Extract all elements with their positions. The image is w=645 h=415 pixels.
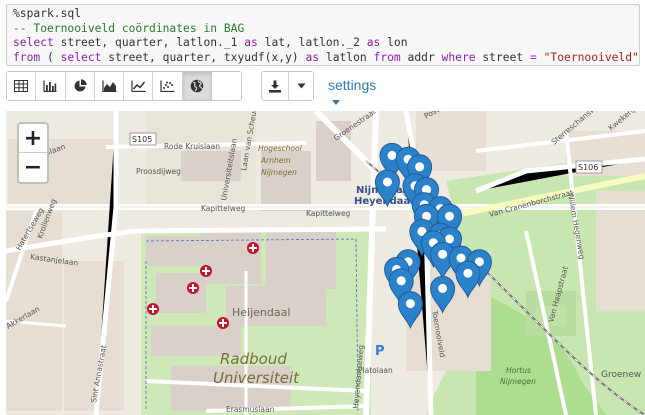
map-label-radboud-1: Radboud — [220, 350, 287, 368]
code-text: lon — [380, 36, 408, 50]
settings-label: settings — [328, 77, 377, 93]
code-text: lat, latlon._2 — [257, 36, 367, 50]
code-text: ) — [639, 51, 640, 64]
map-tiles: S105 S106 Rode Kruislaan Proosdijweg Vos… — [6, 111, 645, 415]
map-label-proosdijweg: Proosdijweg — [136, 167, 181, 176]
map-button[interactable] — [182, 72, 213, 100]
hospital-icon — [247, 242, 259, 254]
map-label-kapittelweg-2: Kapittelweg — [306, 209, 351, 218]
pie-chart-button[interactable] — [65, 72, 95, 100]
area-chart-button[interactable] — [94, 72, 125, 100]
line-chart-button[interactable] — [124, 72, 154, 100]
map-label-rode-kruislaan: Rode Kruislaan — [164, 142, 220, 151]
kw-as: as — [244, 36, 258, 50]
map-label-radboud-2: Universiteit — [213, 369, 300, 387]
scatter-chart-button[interactable] — [153, 72, 183, 100]
download-icon — [269, 80, 282, 93]
code-editor[interactable]: %spark.sql -- Toernooiveld coördinates in… — [6, 4, 640, 66]
line-chart-icon — [131, 80, 146, 92]
kw-from: from — [373, 50, 401, 64]
code-line-2: -- Toernooiveld coördinates in BAG — [13, 21, 245, 35]
map-label-platolaan: Platolaan — [358, 366, 393, 375]
chevron-down-icon — [332, 99, 340, 105]
code-operator: = — [529, 50, 537, 64]
map-view[interactable]: S105 S106 Rode Kruislaan Proosdijweg Vos… — [6, 111, 645, 415]
hospital-icon — [187, 282, 199, 294]
code-text: latlon — [319, 50, 374, 64]
map-label-hortus-1: Hortus — [506, 366, 531, 375]
map-label-hogeschool-2: Arnhem — [260, 156, 291, 165]
area-chart-icon — [101, 80, 117, 92]
zoom-out-button[interactable]: − — [19, 153, 47, 182]
code-text: addr — [400, 50, 442, 64]
kw-as: as — [366, 36, 381, 50]
caret-down-icon — [297, 83, 306, 89]
download-button[interactable] — [262, 72, 290, 100]
zoom-in-button[interactable]: + — [19, 124, 47, 153]
code-string: "Toernooiveld" — [543, 50, 639, 64]
map-label-hogeschool-1: Hogeschool — [258, 144, 303, 153]
download-dropdown-button[interactable] — [289, 72, 313, 100]
map-label-hogeschool-3: Nijmegen — [261, 168, 297, 177]
scatter-chart-icon — [160, 80, 175, 92]
zoom-control: + − — [17, 122, 49, 184]
map-label-erasmuslaan: Erasmuslaan — [226, 405, 275, 414]
map-label-heijendaal: Heijendaal — [232, 306, 290, 319]
hospital-icon — [200, 265, 212, 277]
globe-map-icon — [191, 79, 204, 93]
code-text: street — [475, 50, 530, 64]
parking-icon: P — [375, 344, 385, 359]
bar-chart-button[interactable] — [36, 72, 66, 100]
kw-select: select — [60, 50, 102, 64]
table-icon — [14, 80, 29, 92]
code-text: street, quarter, txyudf(x,y) — [101, 50, 306, 64]
hospital-icon — [217, 317, 229, 329]
notebook-paragraph: %spark.sql -- Toernooiveld coördinates in… — [0, 0, 645, 415]
hospital-icon — [147, 303, 159, 315]
map-label-s105: S105 — [132, 135, 152, 144]
download-group — [261, 71, 314, 101]
kw-as: as — [305, 50, 320, 64]
map-label-s106: S106 — [578, 163, 598, 172]
chart-type-group — [6, 71, 242, 101]
code-line-3: select street, quarter, latlon._1 as lat… — [13, 36, 633, 51]
pie-chart-icon — [74, 79, 87, 92]
table-button[interactable] — [7, 72, 37, 100]
settings-dropdown[interactable]: settings — [328, 77, 376, 109]
code-text: ( — [40, 50, 61, 64]
kw-select: select — [13, 36, 54, 50]
map-label-hortus-2: Nijmegen — [500, 377, 536, 386]
kw-from: from — [13, 50, 41, 64]
bar-chart-icon — [43, 80, 57, 92]
code-text: street, quarter, latlon._1 — [53, 36, 245, 50]
map-label-groenew: Groenew — [601, 370, 641, 380]
map-label-kapittelweg: Kapittelweg — [201, 204, 246, 213]
code-line-1: %spark.sql — [13, 7, 82, 20]
kw-where: where — [441, 50, 476, 64]
code-line-4: from ( select street, quarter, txyudf(x,… — [13, 50, 639, 65]
